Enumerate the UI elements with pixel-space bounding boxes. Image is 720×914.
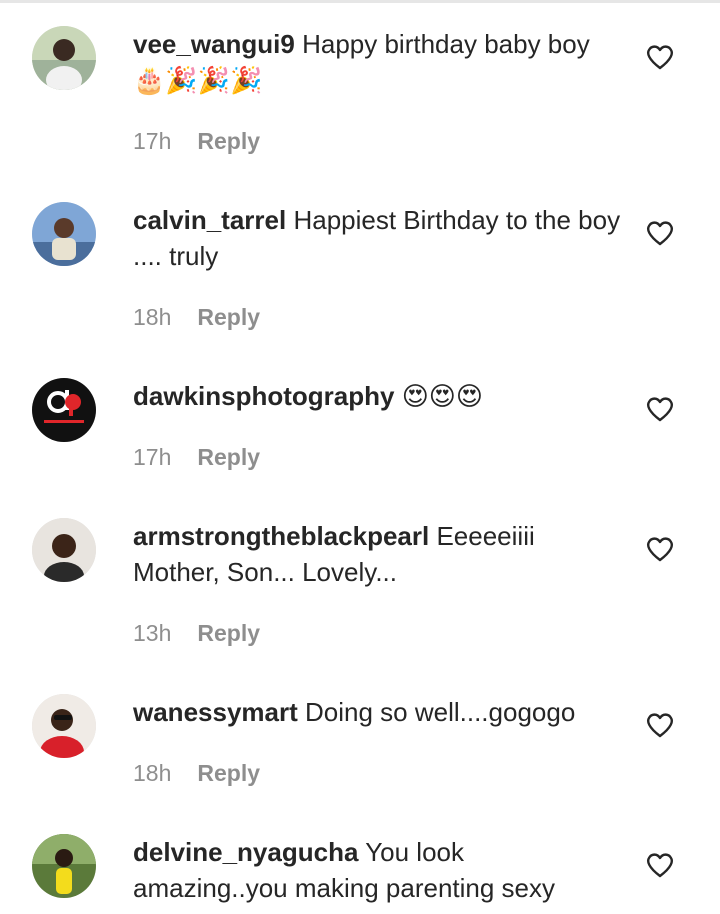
comment-emoji: 😍😍😍 (401, 382, 484, 412)
comment-body: vee_wangui9 Happy birthday baby boy 🎂🎉🎉🎉 (133, 26, 623, 99)
comment-meta: 18h Reply (133, 304, 260, 331)
comment-timestamp: 18h (133, 760, 172, 786)
reply-button[interactable]: Reply (197, 444, 260, 471)
top-divider (0, 0, 720, 3)
comment-username[interactable]: calvin_tarrel (133, 205, 286, 235)
avatar[interactable] (32, 202, 96, 266)
comment-timestamp: 17h (133, 444, 172, 470)
avatar[interactable] (32, 694, 96, 758)
comment-username[interactable]: dawkinsphotography (133, 381, 394, 411)
comment-username[interactable]: vee_wangui9 (133, 29, 295, 59)
comment-timestamp: 13h (133, 620, 172, 646)
comment-username[interactable]: delvine_nyagucha (133, 837, 358, 867)
heart-outline-icon[interactable] (646, 712, 674, 738)
heart-outline-icon[interactable] (646, 536, 674, 562)
comment-text: Doing so well....gogogo (305, 697, 576, 727)
comment-body: dawkinsphotography 😍😍😍 (133, 378, 623, 415)
comment-timestamp: 17h (133, 128, 172, 154)
avatar[interactable] (32, 26, 96, 90)
heart-outline-icon[interactable] (646, 220, 674, 246)
avatar[interactable] (32, 518, 96, 582)
reply-button[interactable]: Reply (197, 620, 260, 647)
comment-text: Happy birthday baby boy (302, 29, 590, 59)
comment-username[interactable]: wanessymart (133, 697, 298, 727)
comment-body: armstrongtheblackpearl Eeeeeiiii Mother,… (133, 518, 623, 590)
comment-timestamp: 18h (133, 304, 172, 330)
comment-emoji: 🎂🎉🎉🎉 (133, 66, 263, 96)
comment-meta: 18h Reply (133, 760, 260, 787)
heart-outline-icon[interactable] (646, 852, 674, 878)
comment-body: calvin_tarrel Happiest Birthday to the b… (133, 202, 623, 274)
heart-outline-icon[interactable] (646, 44, 674, 70)
comment-meta: 17h Reply (133, 444, 260, 471)
comment-meta: 13h Reply (133, 620, 260, 647)
reply-button[interactable]: Reply (197, 760, 260, 787)
comment-body: delvine_nyagucha You look amazing..you m… (133, 834, 623, 906)
avatar[interactable] (32, 834, 96, 898)
heart-outline-icon[interactable] (646, 396, 674, 422)
comment-meta: 17h Reply (133, 128, 260, 155)
reply-button[interactable]: Reply (197, 304, 260, 331)
reply-button[interactable]: Reply (197, 128, 260, 155)
comment-username[interactable]: armstrongtheblackpearl (133, 521, 429, 551)
avatar[interactable] (32, 378, 96, 442)
comment-body: wanessymart Doing so well....gogogo (133, 694, 623, 730)
